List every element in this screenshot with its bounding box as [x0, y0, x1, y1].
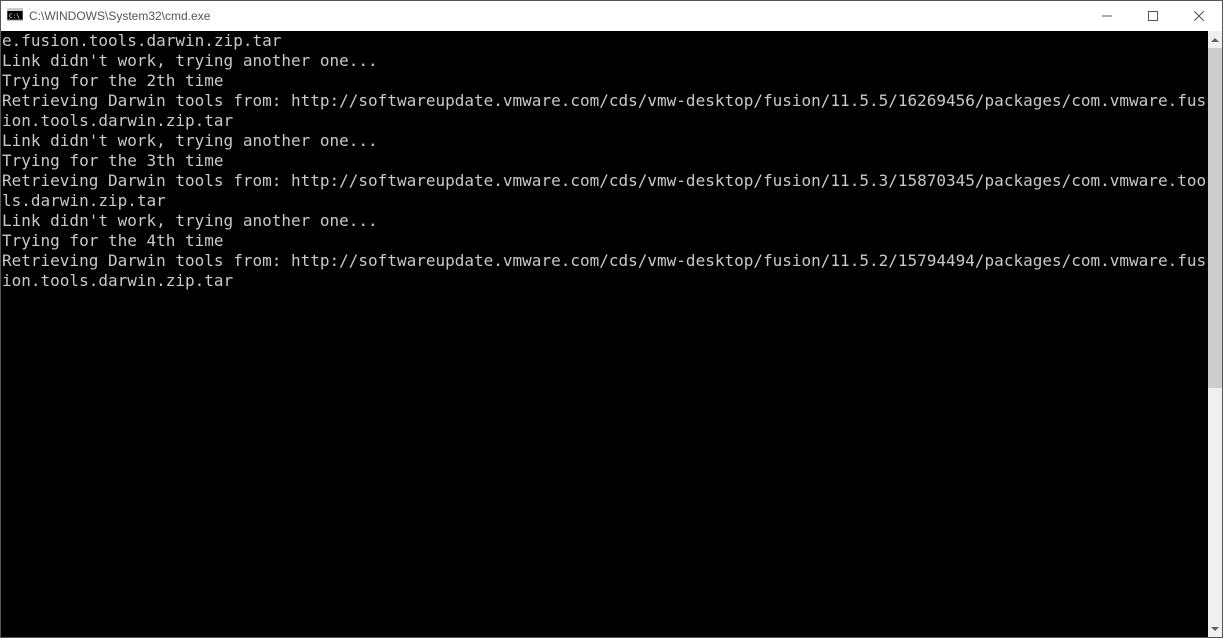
svg-text:C:\: C:\ [9, 13, 20, 20]
scroll-up-button[interactable] [1208, 31, 1222, 48]
window-title: C:\WINDOWS\System32\cmd.exe [29, 9, 210, 23]
scroll-down-button[interactable] [1208, 620, 1222, 637]
maximize-button[interactable] [1130, 1, 1176, 31]
cmd-icon: C:\ [7, 8, 23, 24]
close-button[interactable] [1176, 1, 1222, 31]
content-wrap: e.fusion.tools.darwin.zip.tar Link didn'… [1, 31, 1222, 637]
vertical-scrollbar[interactable] [1208, 31, 1222, 637]
scroll-thumb[interactable] [1208, 48, 1222, 388]
scroll-track[interactable] [1208, 48, 1222, 620]
minimize-button[interactable] [1084, 1, 1130, 31]
terminal-output[interactable]: e.fusion.tools.darwin.zip.tar Link didn'… [1, 31, 1208, 637]
titlebar[interactable]: C:\ C:\WINDOWS\System32\cmd.exe [1, 1, 1222, 31]
